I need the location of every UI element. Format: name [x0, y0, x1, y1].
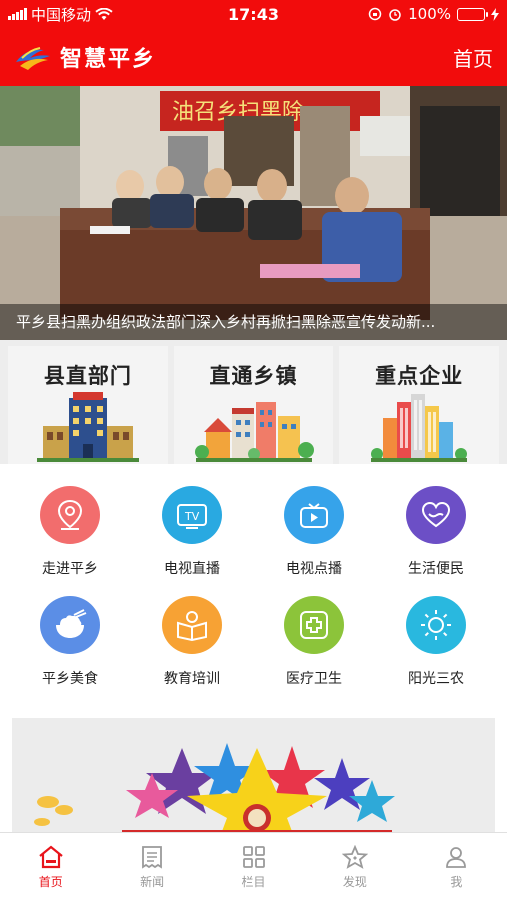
service-label: 生活便民 — [408, 561, 464, 577]
home-link[interactable]: 首页 — [453, 43, 493, 72]
app-logo-icon — [16, 47, 50, 70]
tab-label: 栏目 — [241, 875, 266, 889]
discover-star-icon — [341, 845, 368, 869]
svg-text:TV: TV — [184, 510, 200, 523]
category-label: 县直部门 — [43, 364, 132, 388]
status-bar: 中国移动 17:43 100% — [0, 0, 507, 28]
service-label: 走进平乡 — [42, 561, 98, 577]
service-label: 电视直播 — [164, 561, 220, 577]
tab-home[interactable]: 首页 — [0, 833, 101, 900]
charging-bolt-icon — [491, 7, 499, 21]
tab-label: 新闻 — [140, 875, 165, 889]
service-visit-pingxiang[interactable]: 走进平乡 — [10, 468, 130, 578]
tab-label: 发现 — [342, 875, 367, 889]
tab-label: 我 — [450, 875, 463, 889]
service-education-training[interactable]: 教育培训 — [132, 578, 252, 688]
app-title: 智慧平乡 — [60, 47, 157, 72]
alarm-icon — [389, 9, 401, 21]
service-label: 电视点播 — [286, 561, 342, 577]
battery-percent: 100% — [408, 5, 451, 23]
app-header: 智慧平乡 首页 — [0, 28, 507, 86]
medical-cross-icon — [284, 596, 344, 654]
tab-label: 首页 — [38, 875, 63, 889]
promo-stars-graphic — [12, 718, 495, 840]
banner-photo: 油召乡扫黑除 — [0, 86, 507, 340]
tab-news[interactable]: 新闻 — [101, 833, 202, 900]
category-card-key-enterprises[interactable]: 重点企业 — [339, 346, 500, 464]
category-label: 直通乡镇 — [209, 364, 298, 388]
home-icon — [39, 845, 63, 869]
service-sunshine-agriculture[interactable]: 阳光三农 — [376, 578, 496, 688]
promo-banner[interactable] — [12, 718, 495, 840]
service-pingxiang-food[interactable]: 平乡美食 — [10, 578, 130, 688]
grid-icon — [242, 846, 265, 868]
heart-hands-icon — [406, 486, 466, 544]
carrier-name: 中国移动 — [31, 5, 92, 24]
service-tv-on-demand[interactable]: 电视点播 — [254, 468, 374, 578]
wifi-icon — [95, 7, 113, 20]
service-label: 医疗卫生 — [286, 671, 342, 687]
service-label: 教育培训 — [164, 671, 220, 687]
category-label: 重点企业 — [375, 364, 464, 388]
service-tv-live[interactable]: TV 电视直播 — [132, 468, 252, 578]
service-life-convenience[interactable]: 生活便民 — [376, 468, 496, 578]
user-icon — [446, 847, 467, 868]
service-label: 阳光三农 — [408, 671, 464, 687]
tab-me[interactable]: 我 — [406, 833, 507, 900]
city-skyline-icon — [371, 394, 468, 462]
news-banner[interactable]: 油召乡扫黑除 平乡县扫黑办组织政法部门深入乡村再掀扫黑除恶宣传发动新... — [0, 86, 507, 340]
bottom-tab-bar: 首页 新闻 栏目 发现 我 — [0, 832, 507, 900]
tab-columns[interactable]: 栏目 — [203, 833, 304, 900]
banner-caption: 平乡县扫黑办组织政法部门深入乡村再掀扫黑除恶宣传发动新... — [0, 304, 507, 340]
category-card-county-departments[interactable]: 县直部门 — [8, 346, 168, 464]
app-screen: 中国移动 17:43 100% 智慧平乡 首页 油召乡扫黑除 平乡县扫黑办组织政… — [0, 0, 507, 900]
reading-book-icon — [162, 596, 222, 654]
sun-icon — [406, 596, 466, 654]
rice-bowl-icon — [40, 596, 100, 654]
location-pin-icon — [40, 486, 100, 544]
government-building-icon — [36, 392, 139, 462]
video-play-icon — [284, 486, 344, 544]
signal-icon — [8, 8, 27, 20]
service-label: 平乡美食 — [42, 671, 98, 687]
category-card-towns[interactable]: 直通乡镇 — [173, 346, 334, 464]
newspaper-icon — [142, 846, 163, 869]
tab-discover[interactable]: 发现 — [304, 833, 405, 900]
service-medical-health[interactable]: 医疗卫生 — [254, 578, 374, 688]
category-row: 县直部门 直通乡镇 重点企业 — [0, 340, 507, 464]
service-grid: 走进平乡 TV 电视直播 电视点播 生活便民 平乡美食 教育培训 医疗卫生 阳光… — [0, 468, 507, 708]
battery-icon — [457, 7, 488, 21]
lock-rotation-icon — [368, 7, 382, 21]
town-houses-icon — [194, 402, 314, 462]
status-time: 17:43 — [228, 4, 279, 24]
tv-icon: TV — [162, 486, 222, 544]
